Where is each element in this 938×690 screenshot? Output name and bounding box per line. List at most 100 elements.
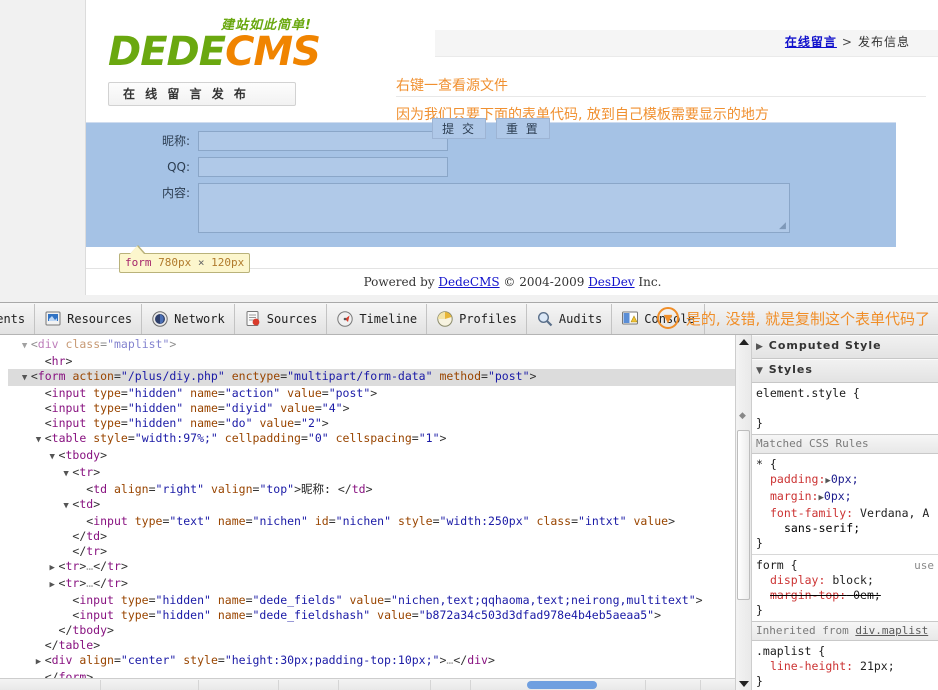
disclosure-triangle-icon[interactable]: ▼ xyxy=(22,339,31,354)
dom-code-line[interactable]: <input type="hidden" name="dede_fields" … xyxy=(8,593,735,608)
disclosure-triangle-icon[interactable]: ▶ xyxy=(50,561,59,576)
css-prop-font-family: font-family: xyxy=(770,506,854,520)
devtools-tab-timeline[interactable]: Timeline xyxy=(327,303,428,334)
logo-cms-text: CMS xyxy=(225,29,321,75)
dom-code-line[interactable]: </tbody> xyxy=(8,623,735,638)
disclosure-triangle-icon[interactable]: ▼ xyxy=(50,450,59,465)
dom-code-line[interactable]: ▼ <table style="width:97%;" cellpadding="… xyxy=(8,431,735,448)
page-section-title-button[interactable]: 在 线 留 言 发 布 xyxy=(108,82,296,106)
devtools-tab-elements-label: ments xyxy=(0,311,26,326)
css-decl-padding[interactable]: padding:▶0px; xyxy=(756,472,934,489)
elements-vertical-scrollbar[interactable]: ◆ xyxy=(735,335,752,690)
textarea-content[interactable]: ◢ xyxy=(198,183,790,233)
css-rule-maplist[interactable]: .maplist { line-height: 21px; } xyxy=(752,641,938,690)
styles-sidebar[interactable]: ▶ Computed Style ▼ Styles element.style … xyxy=(752,335,938,690)
devtools-body: ▼ <div class="maplist"> <hr> ▼ <form actio… xyxy=(0,335,938,690)
element-measure-tooltip: form 780px × 120px xyxy=(119,253,251,273)
scroll-down-arrow-icon[interactable] xyxy=(739,681,749,687)
devtools-tab-resources[interactable]: Resources xyxy=(35,303,143,334)
disclosure-triangle-icon[interactable]: ▶ xyxy=(36,655,45,670)
chevron-down-icon-styles: ▼ xyxy=(756,366,764,376)
inspected-form-overlay: 昵称: QQ: 内容: ◢ xyxy=(86,122,896,247)
logo-dede-text: DEDE xyxy=(108,29,226,75)
breadcrumb-separator: > xyxy=(841,35,853,49)
css-rule-form[interactable]: use form { display: block; margin-top: 0… xyxy=(752,554,938,621)
browser-page-viewport: 建站如此简单! DEDECMS 在线留言 > 发布信息 在 线 留 言 发 布 右键… xyxy=(0,0,938,302)
styles-label: Styles xyxy=(768,363,813,376)
devtools-tab-profiles[interactable]: Profiles xyxy=(427,303,527,334)
dom-code-line[interactable]: <input type="hidden" name="action" value… xyxy=(8,386,735,401)
devtools-tab-audits-label: Audits xyxy=(558,311,603,326)
dedecms-logo: 建站如此简单! DEDECMS xyxy=(108,18,338,78)
css-decl-font-family[interactable]: font-family: Verdana, A xyxy=(756,506,934,521)
computed-style-section-header[interactable]: ▶ Computed Style xyxy=(752,335,938,359)
css-prop-margin-top: margin-top: xyxy=(770,588,847,602)
css-decl-line-height[interactable]: line-height: 21px; xyxy=(756,659,934,674)
dom-code-line[interactable]: ▼ <tr> xyxy=(8,465,735,482)
chevron-down-icon: ▼ xyxy=(656,307,679,329)
footer-link-desdev[interactable]: DesDev xyxy=(588,275,634,289)
resources-icon xyxy=(45,311,61,325)
dom-code-line[interactable]: <input type="hidden" name="dede_fieldsha… xyxy=(8,608,735,623)
dom-code-line[interactable]: ▼ <tbody> xyxy=(8,448,735,465)
breadcrumb-link-message[interactable]: 在线留言 xyxy=(785,35,837,49)
textarea-resize-grip[interactable]: ◢ xyxy=(779,222,787,231)
element-style-close-brace: } xyxy=(756,416,763,430)
devtools-tab-elements[interactable]: ments xyxy=(0,303,36,334)
dom-code-line[interactable]: <input type="text" name="nichen" id="nic… xyxy=(8,514,735,529)
dom-code-line[interactable]: <td align="right" valign="top">昵称: </td> xyxy=(8,482,735,497)
dom-code-line[interactable]: </td> xyxy=(8,529,735,544)
css-decl-margin[interactable]: margin:▶0px; xyxy=(756,489,934,506)
dom-code-line[interactable]: ▼ <form action="/plus/diy.php" enctype="m… xyxy=(8,369,735,386)
submit-button[interactable]: 提 交 xyxy=(432,118,487,139)
breadcrumb-current: 发布信息 xyxy=(857,35,910,49)
element-style-selector: element.style { xyxy=(756,386,860,400)
css-rule-maplist-selector: .maplist { xyxy=(756,644,826,658)
panel-resize-grip-icon[interactable]: ◆ xyxy=(739,412,746,421)
dom-code-line[interactable]: ▶ <div align="center" style="height:30px;… xyxy=(8,653,735,670)
element-style-rule[interactable]: element.style { } xyxy=(752,383,938,434)
annotation-note-1: 右键一查看源文件 xyxy=(396,78,508,94)
devtools-annotation: ▼ 是的, 没错, 就是复制这个表单代码了 xyxy=(656,307,930,329)
styles-section-header[interactable]: ▼ Styles xyxy=(752,359,938,383)
disclosure-triangle-icon[interactable]: ▶ xyxy=(50,578,59,593)
form-button-row: 提 交 重 置 xyxy=(86,118,896,139)
inherited-source-link[interactable]: div.maplist xyxy=(855,624,928,637)
devtools-annotation-text: 是的, 没错, 就是复制这个表单代码了 xyxy=(685,309,930,328)
devtools-tab-timeline-label: Timeline xyxy=(359,311,418,326)
scroll-up-arrow-icon[interactable] xyxy=(739,339,749,345)
dom-code-line[interactable]: ▶ <tr>…</tr> xyxy=(8,576,735,593)
dom-code-line[interactable]: <input type="hidden" name="diyid" value=… xyxy=(8,401,735,416)
dom-code-listing[interactable]: ▼ <div class="maplist"> <hr> ▼ <form actio… xyxy=(8,337,735,690)
disclosure-triangle-icon[interactable]: ▼ xyxy=(36,433,45,448)
disclosure-triangle-icon[interactable]: ▼ xyxy=(22,371,31,386)
elements-vscroll-thumb[interactable] xyxy=(737,430,750,600)
elements-horizontal-scrollbar[interactable] xyxy=(0,678,735,690)
dom-code-line[interactable]: <hr> xyxy=(8,354,735,369)
devtools-tab-resources-label: Resources xyxy=(67,311,133,326)
devtools-tab-audits[interactable]: Audits xyxy=(527,303,613,334)
dom-code-line[interactable]: </table> xyxy=(8,638,735,653)
dom-code-line[interactable]: ▶ <tr>…</tr> xyxy=(8,559,735,576)
chevron-right-icon: ▶ xyxy=(756,342,764,352)
label-qq: QQ: xyxy=(167,160,190,174)
footer-link-dedecms[interactable]: DedeCMS xyxy=(438,275,499,289)
devtools-tab-sources[interactable]: Sources xyxy=(235,303,328,334)
footer-prefix: Powered by xyxy=(363,275,435,289)
elements-tree-panel[interactable]: ▼ <div class="maplist"> <hr> ▼ <form actio… xyxy=(0,335,735,690)
css-rule-universal[interactable]: * { padding:▶0px; margin:▶0px; font-fami… xyxy=(752,454,938,554)
reset-button[interactable]: 重 置 xyxy=(495,118,550,139)
footer-suffix: Inc. xyxy=(638,275,662,289)
dom-code-line[interactable]: ▼ <td> xyxy=(8,497,735,514)
css-decl-margin-top[interactable]: margin-top: 0em; xyxy=(756,588,934,603)
css-prop-margin: margin: xyxy=(770,489,819,503)
note-divider xyxy=(396,96,926,97)
dom-code-line[interactable]: ▼ <div class="maplist"> xyxy=(8,337,735,354)
elements-hscroll-thumb[interactable] xyxy=(527,681,597,689)
input-qq[interactable] xyxy=(198,157,448,177)
css-decl-display[interactable]: display: block; xyxy=(756,573,934,588)
css-value-line-height: 21px; xyxy=(860,659,895,673)
dom-code-line[interactable]: </tr> xyxy=(8,544,735,559)
dom-code-line[interactable]: <input type="hidden" name="do" value="2"… xyxy=(8,416,735,431)
devtools-tab-network[interactable]: Network xyxy=(142,303,235,334)
